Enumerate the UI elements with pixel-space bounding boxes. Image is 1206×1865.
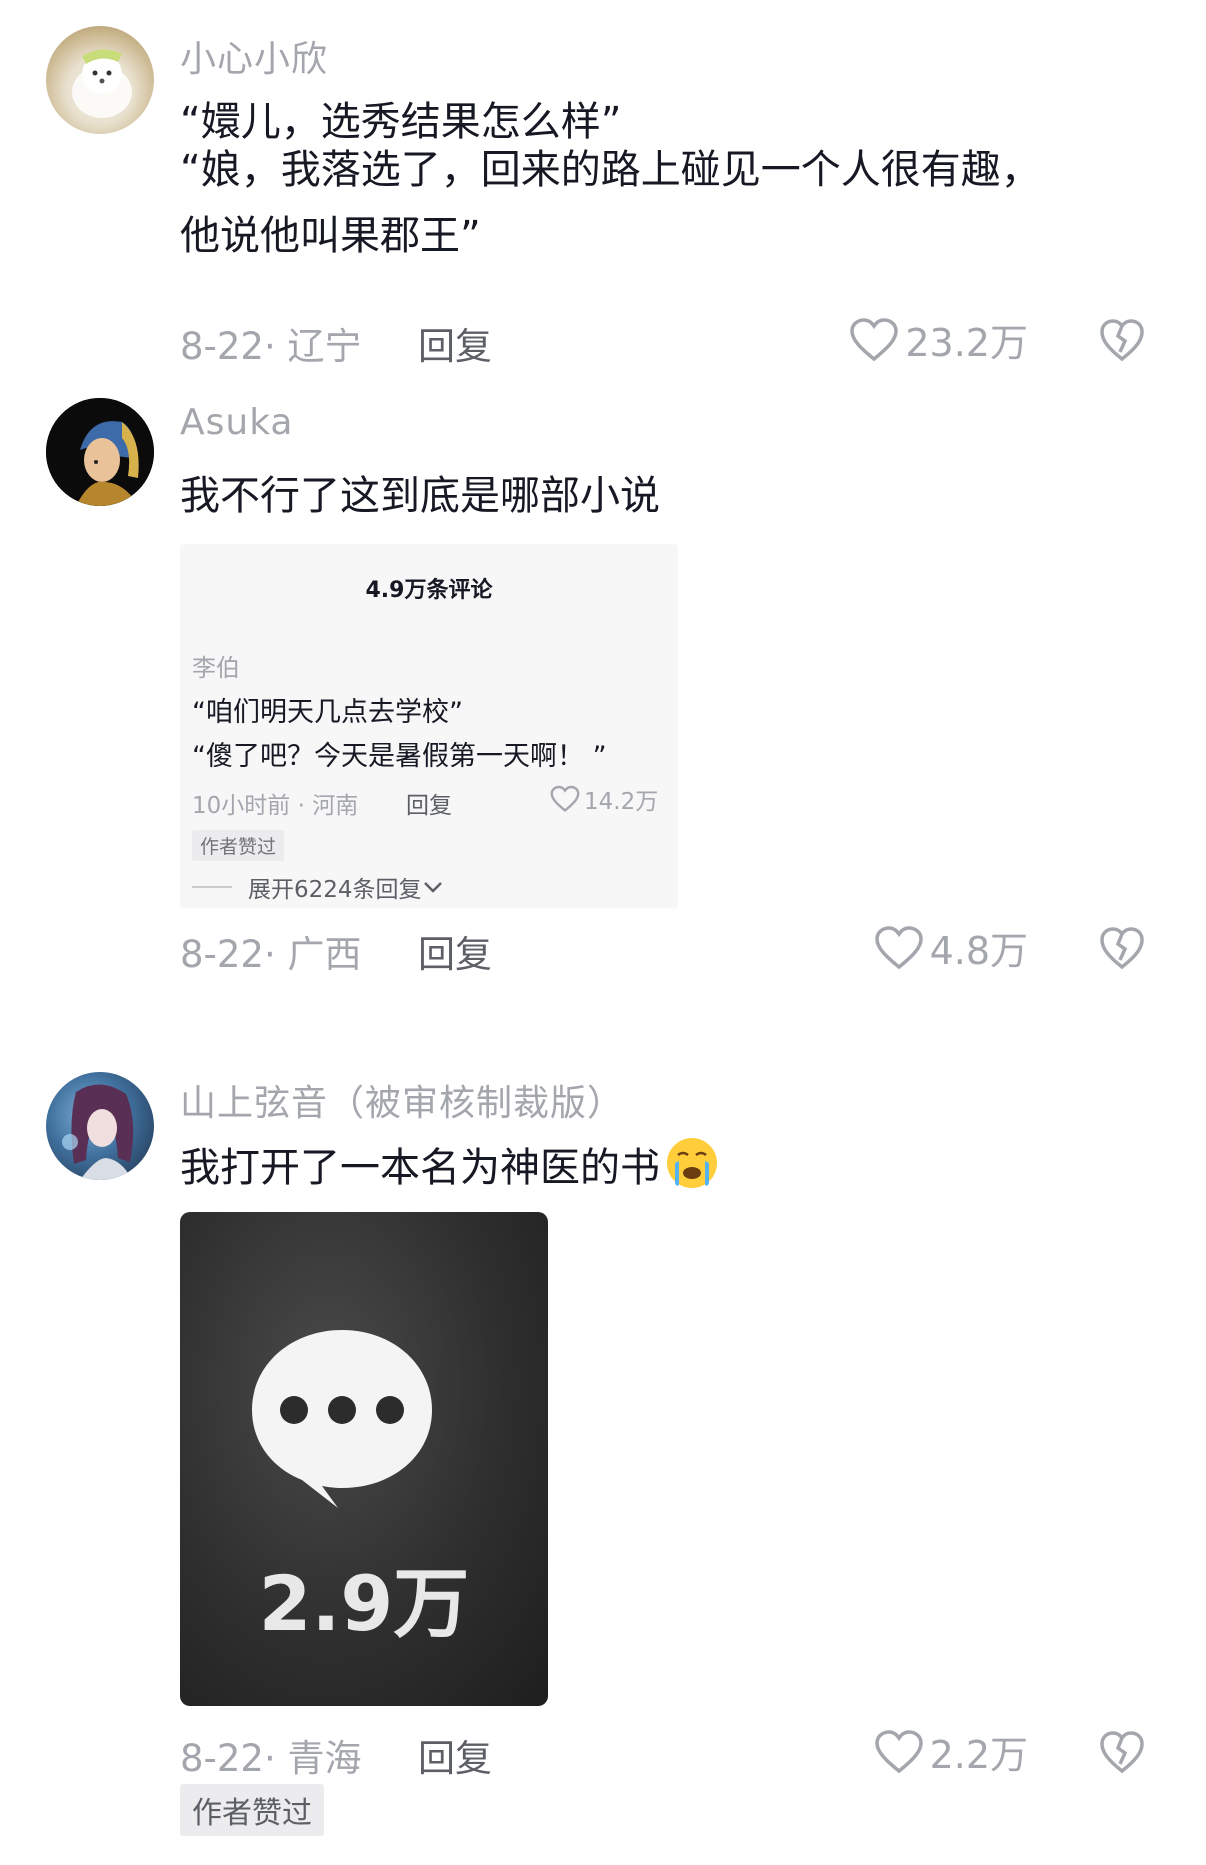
image-comment-count: 2.9万 xyxy=(258,1559,470,1648)
embedded-date-location: 10小时前 · 河南 xyxy=(192,793,359,819)
username[interactable]: Asuka xyxy=(180,402,293,443)
author-liked-badge: 作者赞过 xyxy=(180,1784,324,1836)
anime-avatar-icon xyxy=(62,1084,134,1180)
avatar[interactable] xyxy=(46,1072,154,1180)
username[interactable]: 小心小欣 xyxy=(180,30,328,82)
expand-label: 展开6224条回复 xyxy=(248,877,422,903)
comment-text: 我打开了一本名为神医的书 xyxy=(180,1132,720,1204)
like-count: 23.2万 xyxy=(905,321,1028,365)
username[interactable]: 山上弦音（被审核制裁版） xyxy=(180,1074,624,1126)
heart-icon xyxy=(850,317,899,361)
broken-heart-icon[interactable] xyxy=(1098,1728,1146,1776)
broken-heart-icon[interactable] xyxy=(1098,924,1146,972)
date-location: 8-22· 辽宁 xyxy=(180,325,362,368)
portrait-avatar-icon xyxy=(46,398,154,506)
like-button[interactable]: 2.2万 xyxy=(874,1724,1028,1779)
comment-count-title: 4.9万条评论 xyxy=(365,578,493,603)
comment-image[interactable]: 2.9万 xyxy=(180,1212,548,1706)
heart-icon xyxy=(550,785,580,812)
embedded-screenshot[interactable]: 4.9万条评论 李伯 “咱们明天几点去学校” “傻了吧？今天是暑假第一天啊！ ”… xyxy=(180,544,678,908)
embedded-text-line: “咱们明天几点去学校” xyxy=(192,697,463,728)
date-location: 8-22· 青海 xyxy=(180,1737,362,1780)
embedded-reply: 回复 xyxy=(406,793,452,819)
expand-replies: 展开6224条回复 xyxy=(192,870,444,904)
embedded-like-count: 14.2万 xyxy=(584,789,659,815)
reply-button[interactable]: 回复 xyxy=(418,316,492,370)
broken-heart-icon[interactable] xyxy=(1098,316,1146,364)
like-count: 2.2万 xyxy=(929,1733,1028,1777)
embedded-text-line: “傻了吧？今天是暑假第一天啊！ ” xyxy=(192,741,607,772)
comment-text-line: “娘，我落选了，回来的路上碰见一个人很有趣， xyxy=(180,147,1041,193)
crying-face-icon xyxy=(667,1138,717,1188)
date-location: 8-22· 广西 xyxy=(180,933,362,976)
heart-icon xyxy=(874,1729,923,1773)
comment-text-line: 我不行了这到底是哪部小说 xyxy=(180,473,660,519)
reply-button[interactable]: 回复 xyxy=(418,924,492,978)
dog-avatar-icon xyxy=(72,49,132,118)
heart-icon xyxy=(874,925,923,969)
comment-text-line: 我打开了一本名为神医的书 xyxy=(180,1145,660,1191)
like-button[interactable]: 23.2万 xyxy=(849,312,1028,367)
embedded-username: 李伯 xyxy=(192,654,240,682)
divider xyxy=(192,886,232,888)
comment-text-line: 他说他叫果郡王” xyxy=(180,213,481,259)
chat-bubble-icon xyxy=(252,1330,432,1508)
author-liked-badge: 作者赞过 xyxy=(192,830,285,861)
reply-button[interactable]: 回复 xyxy=(418,1728,492,1782)
embedded-likes: 14.2万 xyxy=(550,782,658,816)
like-count: 4.8万 xyxy=(929,929,1028,973)
avatar[interactable] xyxy=(46,26,154,134)
like-button[interactable]: 4.8万 xyxy=(874,920,1028,975)
avatar[interactable] xyxy=(46,398,154,506)
chevron-down-icon xyxy=(423,882,442,893)
